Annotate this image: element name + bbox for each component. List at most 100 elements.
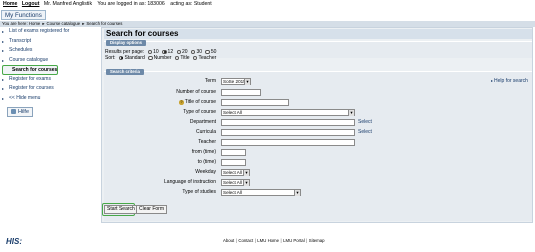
sort-number-radio[interactable] bbox=[148, 55, 153, 60]
footer: HIS: About | Contact | LMU Home | LMU Portal | S… bbox=[0, 236, 535, 250]
help-for-search-label: Help for search bbox=[494, 78, 528, 84]
sort-row: Sort: Standard Number Title Teacher bbox=[105, 55, 216, 61]
help-icon bbox=[11, 109, 16, 115]
arrow-right-icon: ▸ bbox=[2, 76, 5, 82]
term-label: Term bbox=[204, 78, 216, 84]
sidebar-item-hide-menu[interactable]: ▸ << Hide menu bbox=[0, 94, 100, 104]
arrow-right-icon: ▸ bbox=[2, 48, 5, 53]
top-bar: Home Logout Mr. Manfred Anglistik You ar… bbox=[0, 0, 535, 9]
my-functions-button[interactable]: My Functions bbox=[1, 10, 46, 20]
footer-separator: | bbox=[254, 238, 256, 243]
arrow-right-icon: ▸ bbox=[2, 29, 5, 34]
radio-label: Teacher bbox=[198, 55, 217, 61]
sidebar-item-register-exams[interactable]: ▸ Register for exams bbox=[0, 75, 100, 85]
title-of-course-label: ? Title of course bbox=[179, 99, 216, 105]
footer-separator: | bbox=[235, 238, 237, 243]
logout-link[interactable]: Logout bbox=[22, 1, 40, 7]
login-info: You are logged in as: 183006 bbox=[97, 1, 165, 7]
results-12-radio[interactable] bbox=[162, 49, 167, 54]
footer-sitemap-link[interactable]: Sitemap bbox=[309, 238, 325, 243]
results-20-radio[interactable] bbox=[176, 49, 181, 54]
help-button-label: Hilfe bbox=[18, 109, 30, 115]
to-time-input[interactable] bbox=[221, 159, 246, 166]
footer-contact-link[interactable]: Contact bbox=[238, 238, 253, 243]
sidebar-item-course-catalogue[interactable]: ▸ Course catalogue bbox=[0, 56, 100, 66]
start-search-button[interactable]: Start Search bbox=[104, 205, 138, 214]
weekday-label: Weekday bbox=[195, 169, 216, 175]
arrow-right-icon: ▸ bbox=[2, 95, 5, 101]
footer-links: About | Contact | LMU Home | LMU Portal | Sitema… bbox=[223, 238, 325, 243]
sort-standard-radio[interactable] bbox=[118, 55, 124, 60]
sort-label: Sort: bbox=[105, 55, 116, 61]
breadcrumb-separator: ▸ bbox=[82, 21, 85, 26]
sidebar-item-search-courses[interactable]: Search for courses bbox=[2, 65, 58, 75]
curricula-label: Curricula bbox=[195, 129, 216, 135]
number-of-course-label: Number of course bbox=[176, 89, 216, 95]
sidebar-item-exams-registered[interactable]: ▸ List of exams registered for bbox=[0, 27, 100, 37]
department-input[interactable] bbox=[221, 119, 355, 126]
help-for-search-link[interactable]: ▸Help for search bbox=[491, 78, 528, 84]
type-of-studies-select[interactable]: Select All bbox=[221, 189, 301, 196]
sidebar-item-register-courses[interactable]: ▸ Register for courses bbox=[0, 84, 100, 94]
type-of-course-select[interactable]: Select All bbox=[221, 109, 355, 116]
to-time-label: to (time) bbox=[197, 159, 216, 165]
clear-form-button[interactable]: Clear Form bbox=[136, 205, 168, 214]
sidebar-item-label: Register for exams bbox=[9, 75, 51, 82]
radio-label: Number bbox=[153, 55, 172, 61]
display-options-tab: Display options bbox=[106, 40, 146, 46]
search-criteria-tab: Search criteria bbox=[106, 69, 144, 75]
title-of-course-text: Title of course bbox=[184, 99, 216, 105]
breadcrumb-home[interactable]: Home bbox=[29, 21, 40, 26]
language-of-instruction-label: Language of instruction bbox=[164, 179, 216, 185]
number-of-course-input[interactable] bbox=[221, 89, 261, 96]
breadcrumb-course-catalogue[interactable]: Course catalogue bbox=[47, 21, 81, 26]
sidebar-item-label: Schedules bbox=[9, 47, 33, 53]
breadcrumb-prefix: You are here: bbox=[2, 21, 28, 26]
from-time-input[interactable] bbox=[221, 149, 246, 156]
main-panel: Search for courses Display options Resul… bbox=[101, 27, 533, 223]
from-time-label: from (time) bbox=[191, 149, 216, 155]
title-of-course-input[interactable] bbox=[221, 99, 289, 106]
sidebar-item-label: << Hide menu bbox=[9, 94, 41, 101]
results-30-radio[interactable] bbox=[190, 49, 196, 54]
language-of-instruction-select[interactable]: Select All bbox=[221, 179, 250, 186]
page-title: Search for courses bbox=[104, 29, 532, 39]
role-info: acting as: Student bbox=[170, 1, 212, 7]
search-criteria-section bbox=[104, 71, 532, 221]
sidebar-item-label: List of exams registered for bbox=[9, 28, 70, 34]
sidebar: ▸ List of exams registered for ▸ Transcrip… bbox=[0, 27, 100, 117]
teacher-label: Teacher bbox=[198, 139, 216, 145]
footer-lmu-portal-link[interactable]: LMU Portal bbox=[283, 238, 305, 243]
footer-lmu-home-link[interactable]: LMU Home bbox=[257, 238, 279, 243]
weekday-select[interactable]: Select All bbox=[221, 169, 250, 176]
department-select-button[interactable]: Select bbox=[358, 119, 372, 125]
home-link[interactable]: Home bbox=[3, 1, 17, 7]
breadcrumb-current: Search for courses bbox=[86, 21, 123, 26]
sidebar-item-transcript[interactable]: ▸ Transcript bbox=[0, 37, 100, 47]
radio-label: Title bbox=[180, 55, 190, 61]
results-50-radio[interactable] bbox=[205, 49, 210, 54]
curricula-input[interactable] bbox=[221, 129, 355, 136]
type-of-studies-label: Type of studies bbox=[182, 189, 216, 195]
department-label: Department bbox=[189, 119, 216, 125]
arrow-right-icon: ▸ bbox=[2, 38, 5, 44]
sidebar-item-label: Register for courses bbox=[9, 85, 54, 91]
footer-separator: | bbox=[280, 238, 282, 243]
radio-label: Standard bbox=[124, 55, 145, 61]
footer-about-link[interactable]: About bbox=[223, 238, 234, 243]
arrow-right-icon: ▸ bbox=[2, 57, 5, 63]
curricula-select-button[interactable]: Select bbox=[358, 129, 372, 135]
sort-teacher-radio[interactable] bbox=[192, 55, 198, 60]
help-button[interactable]: Hilfe bbox=[7, 107, 33, 117]
type-of-course-label: Type of course bbox=[183, 109, 216, 115]
sidebar-item-schedules[interactable]: ▸ Schedules bbox=[0, 46, 100, 56]
breadcrumb-separator: ▸ bbox=[42, 21, 45, 26]
term-select[interactable]: SoSe 2015 bbox=[221, 78, 251, 85]
arrow-right-icon: ▸ bbox=[2, 86, 5, 91]
sidebar-item-label: Search for courses bbox=[12, 67, 58, 73]
results-10-radio[interactable] bbox=[147, 49, 153, 54]
sort-title-radio[interactable] bbox=[174, 55, 180, 60]
footer-separator: | bbox=[306, 238, 308, 243]
info-icon: ? bbox=[179, 100, 184, 105]
teacher-input[interactable] bbox=[221, 139, 355, 146]
